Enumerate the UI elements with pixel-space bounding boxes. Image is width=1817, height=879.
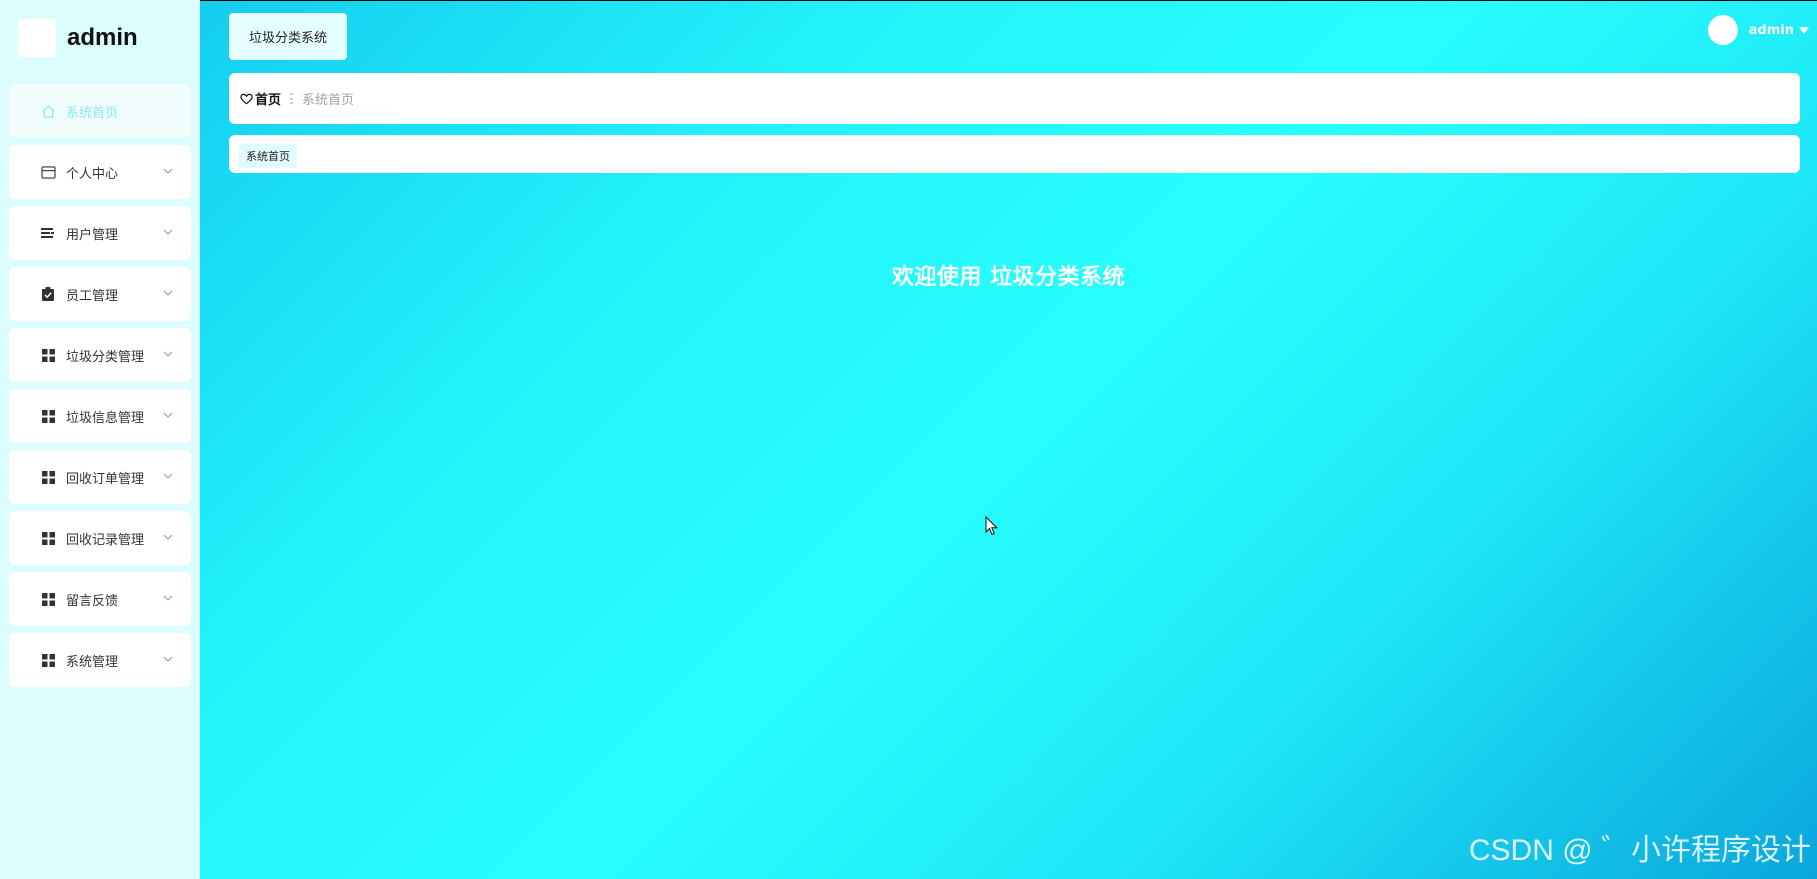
sidebar-item-users[interactable]: 用户管理 bbox=[9, 206, 191, 260]
breadcrumb: 首页 系统首页 bbox=[229, 73, 1800, 124]
caret-down-icon[interactable] bbox=[1799, 26, 1809, 34]
sidebar-item-category[interactable]: 垃圾分类管理 bbox=[9, 328, 191, 382]
sidebar-item-records[interactable]: 回收记录管理 bbox=[9, 511, 191, 565]
sidebar-item-system[interactable]: 系统管理 bbox=[9, 633, 191, 687]
sidebar-item-label: 回收记录管理 bbox=[66, 532, 145, 548]
sidebar-item-staff[interactable]: 员工管理 bbox=[9, 267, 191, 321]
sidebar-item-waste-info[interactable]: 垃圾信息管理 bbox=[9, 389, 191, 443]
avatar[interactable] bbox=[1707, 15, 1738, 45]
chevron-down-icon bbox=[163, 168, 173, 174]
chevron-down-icon bbox=[163, 595, 173, 601]
welcome-message: 欢迎使用 垃圾分类系统 bbox=[891, 265, 1126, 290]
sidebar: admin 系统首页 个人中心 用户管理 员工管理 垃圾分类管理 垃圾信息管理 … bbox=[0, 0, 200, 879]
user-name[interactable]: admin bbox=[1749, 23, 1794, 38]
chevron-down-icon bbox=[163, 229, 173, 235]
sidebar-item-label: 垃圾分类管理 bbox=[66, 349, 145, 365]
sidebar-item-profile[interactable]: 个人中心 bbox=[9, 145, 191, 199]
sidebar-item-label: 员工管理 bbox=[66, 288, 119, 304]
chevron-down-icon bbox=[163, 656, 173, 662]
tags-bar: 系统首页 bbox=[229, 135, 1800, 173]
sidebar-item-label: 留言反馈 bbox=[66, 593, 119, 609]
user-menu[interactable]: admin bbox=[1707, 15, 1809, 45]
app-tab[interactable]: 垃圾分类系统 bbox=[229, 13, 347, 60]
tag-home[interactable]: 系统首页 bbox=[239, 144, 297, 168]
breadcrumb-home-label: 首页 bbox=[255, 93, 282, 108]
sidebar-item-label: 回收订单管理 bbox=[66, 471, 145, 487]
grid-icon bbox=[40, 530, 56, 546]
grid-icon bbox=[40, 591, 56, 607]
sidebar-item-feedback[interactable]: 留言反馈 bbox=[9, 572, 191, 626]
main-content: 垃圾分类系统 admin 首页 系统首页 系统首页 欢迎使用 垃圾分类系统 CS… bbox=[200, 1, 1817, 879]
logo-title: admin bbox=[67, 24, 138, 51]
chevron-down-icon bbox=[163, 351, 173, 357]
chevron-down-icon bbox=[163, 290, 173, 296]
chevron-down-icon bbox=[163, 412, 173, 418]
breadcrumb-separator bbox=[290, 93, 294, 104]
clipboard-check-icon bbox=[40, 286, 56, 302]
grid-icon bbox=[40, 408, 56, 424]
chevron-down-icon bbox=[163, 534, 173, 540]
mouse-cursor-icon bbox=[985, 516, 999, 536]
watermark: CSDN @ ゛小许程序设计 bbox=[1468, 834, 1811, 867]
grid-icon bbox=[40, 469, 56, 485]
chevron-down-icon bbox=[163, 473, 173, 479]
logo-image bbox=[18, 19, 56, 57]
sidebar-item-label: 用户管理 bbox=[66, 227, 119, 243]
sidebar-item-label: 系统管理 bbox=[66, 654, 119, 670]
home-icon bbox=[40, 103, 56, 119]
logo: admin bbox=[18, 18, 138, 58]
sidebar-item-label: 系统首页 bbox=[66, 105, 119, 121]
heart-icon bbox=[240, 93, 253, 104]
grid-icon bbox=[40, 652, 56, 668]
sidebar-menu: 系统首页 个人中心 用户管理 员工管理 垃圾分类管理 垃圾信息管理 回收订单管理… bbox=[9, 84, 191, 694]
sidebar-item-label: 个人中心 bbox=[66, 166, 119, 182]
grid-icon bbox=[40, 347, 56, 363]
sidebar-item-home[interactable]: 系统首页 bbox=[9, 84, 191, 138]
sidebar-item-label: 垃圾信息管理 bbox=[66, 410, 145, 426]
list-icon bbox=[40, 225, 56, 241]
sidebar-item-orders[interactable]: 回收订单管理 bbox=[9, 450, 191, 504]
breadcrumb-home[interactable]: 首页 bbox=[240, 89, 281, 108]
card-icon bbox=[40, 164, 56, 180]
breadcrumb-current: 系统首页 bbox=[302, 93, 355, 108]
